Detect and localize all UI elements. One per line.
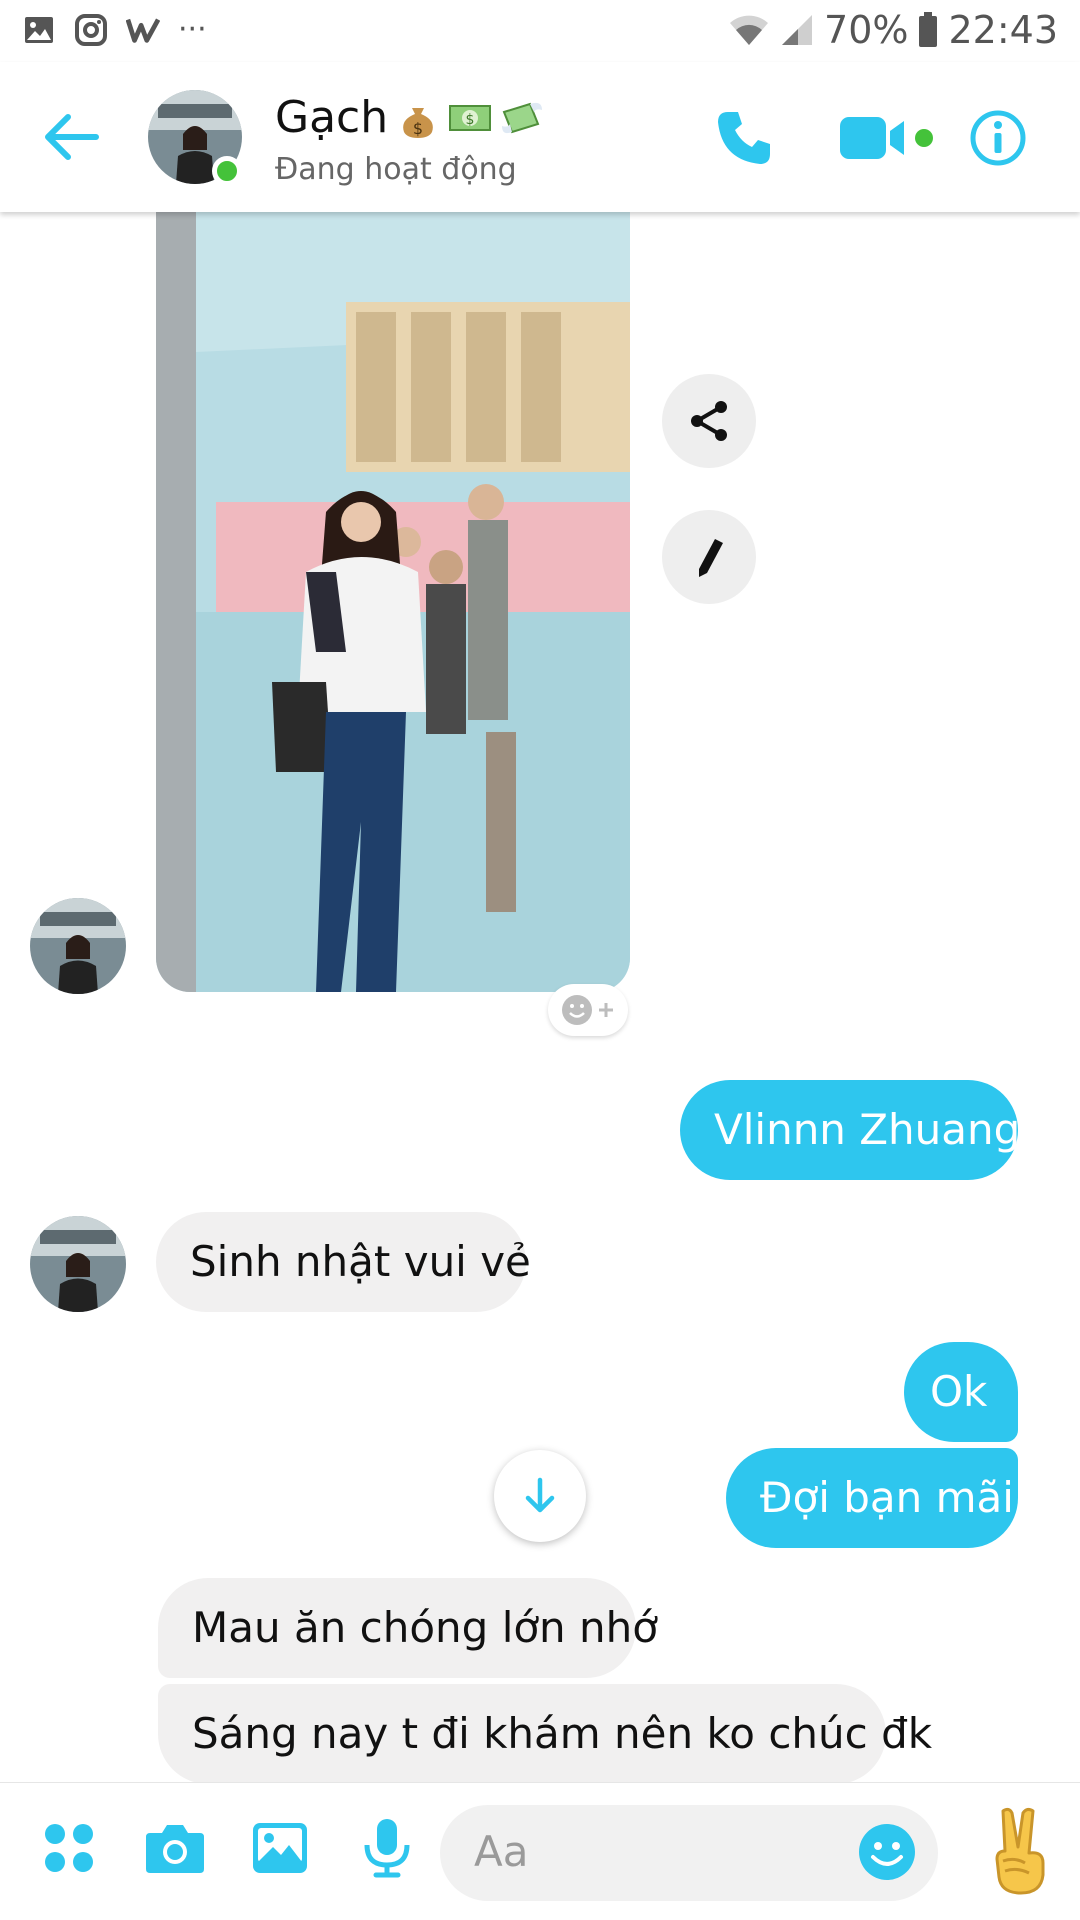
instagram-notification-icon bbox=[74, 13, 108, 47]
dollar-bill-emoji-icon: $ bbox=[449, 104, 492, 131]
voice-message-button[interactable] bbox=[352, 1813, 422, 1883]
battery-icon bbox=[919, 12, 938, 47]
peace-hand-icon bbox=[995, 1807, 1045, 1895]
online-indicator bbox=[212, 156, 242, 186]
scroll-to-bottom-button[interactable] bbox=[494, 1450, 586, 1542]
message-bubble-outgoing[interactable]: Vlinnn Zhuang bbox=[680, 1080, 1020, 1180]
emoji-button[interactable] bbox=[856, 1821, 918, 1883]
voice-call-button[interactable] bbox=[708, 102, 780, 174]
contact-name-text: Gạch bbox=[275, 92, 389, 143]
gallery-button[interactable] bbox=[245, 1813, 315, 1883]
camera-icon bbox=[146, 1825, 204, 1873]
wifi-icon bbox=[730, 15, 769, 45]
message-composer: Aa bbox=[0, 1782, 1080, 1920]
signal-icon bbox=[782, 15, 813, 45]
share-icon bbox=[691, 401, 727, 441]
flying-money-emoji-icon bbox=[502, 102, 543, 133]
add-reaction-button[interactable] bbox=[548, 984, 628, 1036]
arrow-down-icon bbox=[525, 1477, 555, 1513]
message-bubble-incoming[interactable]: Sáng nay t đi khám nên ko chúc đk bbox=[158, 1684, 932, 1782]
message-input-placeholder: Aa bbox=[474, 1827, 529, 1876]
system-status: 70% 22:43 bbox=[728, 8, 1058, 52]
message-bubble-incoming[interactable]: Mau ăn chóng lớn nhớ bbox=[158, 1578, 658, 1678]
message-input[interactable]: Aa bbox=[440, 1805, 938, 1901]
send-quick-reaction-button[interactable] bbox=[980, 1803, 1060, 1899]
w-app-notification-icon bbox=[126, 13, 160, 47]
camera-button[interactable] bbox=[140, 1813, 210, 1883]
notification-icons: ··· bbox=[22, 12, 207, 47]
conversation-info-button[interactable] bbox=[962, 102, 1034, 174]
message-bubble-outgoing[interactable]: Ok bbox=[904, 1342, 1018, 1442]
battery-percent: 70% bbox=[824, 8, 909, 52]
status-bar: ··· 70% 22:43 bbox=[0, 0, 1080, 62]
more-notifications-indicator: ··· bbox=[178, 12, 207, 47]
edit-photo-button[interactable] bbox=[662, 510, 756, 604]
edit-pencil-icon bbox=[699, 539, 723, 577]
microphone-icon bbox=[364, 1819, 410, 1878]
message-bubble-outgoing[interactable]: Đợi bạn mãi bbox=[726, 1448, 1018, 1548]
gallery-notification-icon bbox=[22, 13, 56, 47]
money-bag-emoji-icon: $ bbox=[403, 107, 433, 138]
clock: 22:43 bbox=[948, 8, 1058, 52]
more-actions-button[interactable] bbox=[34, 1813, 104, 1883]
apps-grid-icon bbox=[45, 1824, 93, 1872]
phone-icon bbox=[718, 112, 770, 164]
video-camera-icon bbox=[840, 117, 933, 159]
reaction-smiley-icon bbox=[562, 995, 592, 1025]
svg-text:$: $ bbox=[413, 119, 423, 138]
back-arrow-icon bbox=[45, 114, 99, 160]
emoji-icon bbox=[859, 1824, 915, 1880]
video-call-button[interactable] bbox=[834, 102, 944, 174]
message-bubble-incoming[interactable]: Sinh nhật vui vẻ bbox=[156, 1212, 531, 1312]
plus-icon bbox=[599, 1003, 613, 1017]
shared-photo[interactable] bbox=[156, 212, 630, 992]
contact-name[interactable]: Gạch $ $ bbox=[275, 92, 544, 143]
message-list[interactable]: Vlinnn Zhuang Sinh nhật vui vẻ Ok Đợi bạ… bbox=[0, 212, 1080, 1782]
sender-avatar[interactable] bbox=[30, 898, 126, 994]
back-button[interactable] bbox=[36, 102, 106, 172]
sender-avatar[interactable] bbox=[30, 1216, 126, 1312]
conversation-header: Gạch $ $ Đang hoạt động bbox=[0, 62, 1080, 212]
svg-text:$: $ bbox=[466, 112, 475, 128]
contact-status: Đang hoạt động bbox=[275, 152, 517, 187]
share-photo-button[interactable] bbox=[662, 374, 756, 468]
gallery-icon bbox=[253, 1823, 307, 1873]
info-icon bbox=[970, 110, 1026, 166]
